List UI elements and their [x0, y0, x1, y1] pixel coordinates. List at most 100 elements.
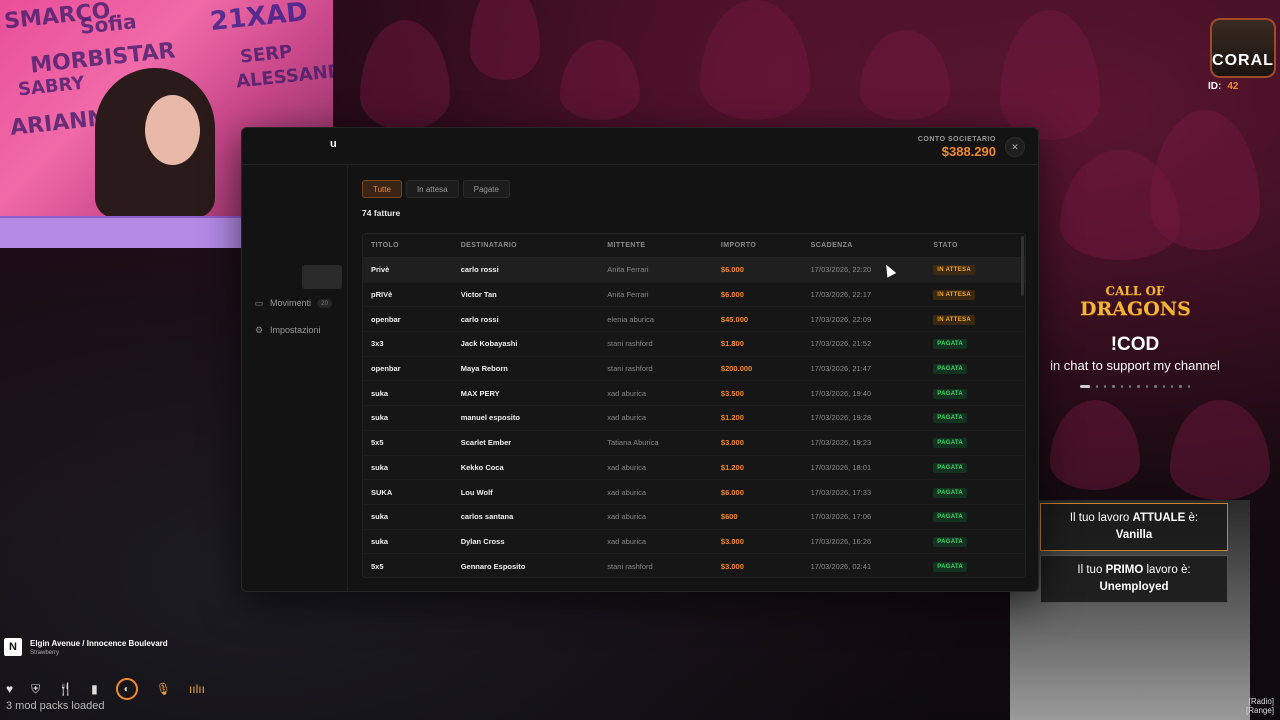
table-row[interactable]: 5x5 Scarlet Ember Tatiana Aburica $3.000 17/… [363, 431, 1025, 456]
table-row[interactable]: suka Kekko Coca xad aburica $1.200 17/03/202… [363, 456, 1025, 481]
filter-tab-all[interactable]: Tutte [362, 180, 402, 198]
invoice-recipient: carlo rossi [460, 314, 499, 324]
table-row[interactable]: openbar Maya Reborn stani rashford $200.000… [363, 357, 1025, 382]
invoice-status-cell: PAGATA [933, 412, 1025, 424]
invoice-recipient: carlo rossi [460, 265, 499, 275]
column-header-title: TITOLO [371, 242, 399, 249]
invoice-recipient: Lou Wolf [460, 487, 493, 497]
sidebar-item-impostazioni[interactable]: ⚙ Impostazioni [254, 324, 321, 336]
close-button[interactable]: ✕ [1005, 137, 1025, 157]
table-row[interactable]: suka manuel esposito xad aburica $1.200 17/0… [363, 406, 1025, 431]
column-header-sender: MITTENTE [607, 242, 646, 249]
sidebar-item-label: Movimenti [270, 298, 312, 308]
server-logo: CORAL [1210, 18, 1276, 78]
table-row[interactable]: suka Dylan Cross xad aburica $3.000 17/03/20… [363, 530, 1025, 555]
invoice-recipient: Dylan Cross [460, 536, 505, 546]
settings-icon: ⚙ [254, 324, 264, 335]
invoice-sender: xad aburica [607, 413, 647, 423]
status-badge: PAGATA [933, 561, 968, 572]
invoice-amount: $3.500 [720, 388, 744, 398]
table-body: Privè carlo rossi Anita Ferrari $6.000 17/03… [363, 258, 1025, 577]
invoice-due-date: 17/03/2026, 22:20 [810, 265, 872, 275]
invoice-due-date: 17/03/2026, 19:40 [810, 388, 872, 398]
invoice-status-cell: IN ATTESA [933, 264, 1025, 276]
first-job-value: Unemployed [1099, 581, 1169, 593]
invoice-recipient: MAX PERY [460, 388, 500, 398]
sidebar-item-count: 20 [317, 298, 333, 308]
invoice-due-date: 17/03/2026, 16:26 [810, 536, 872, 546]
table-row[interactable]: suka MAX PERY xad aburica $3.500 17/03/2026,… [363, 381, 1025, 407]
status-badge: PAGATA [933, 487, 968, 498]
invoice-status-cell: PAGATA [933, 338, 1025, 350]
invoice-due-date: 17/03/2026, 22:17 [810, 290, 872, 300]
streamer-face [145, 95, 200, 165]
invoice-amount: $1.200 [720, 462, 744, 472]
table-row[interactable]: 3x3 Jack Kobayashi stani rashford $1.800 17/… [363, 332, 1025, 357]
status-badge: PAGATA [933, 438, 968, 449]
invoice-status-cell: IN ATTESA [933, 289, 1025, 301]
armor-icon: ⛨ [31, 681, 41, 696]
column-header-amount: IMPORTO [720, 242, 757, 249]
server-name: CORAL [1212, 52, 1274, 69]
status-badge: IN ATTESA [933, 290, 975, 301]
status-badge: PAGATA [933, 364, 968, 375]
compass-icon: N [4, 638, 22, 656]
status-badge: IN ATTESA [933, 265, 975, 276]
balance-value: $388.290 [941, 144, 996, 159]
table-row[interactable]: SUKA Lou Wolf xad aburica $6.000 17/03/2026,… [363, 480, 1025, 505]
filter-tab-pending[interactable]: In attesa [405, 180, 459, 198]
player-id: ID: 42 [1208, 81, 1238, 92]
status-badge: PAGATA [933, 462, 968, 473]
invoice-title: 5x5 [371, 561, 384, 571]
invoice-recipient: Gennaro Esposito [460, 561, 526, 571]
table-row[interactable]: openbar carlo rossi elenia aburica $45.000 1… [363, 307, 1025, 333]
invoice-title: openbar [371, 364, 401, 374]
invoice-sender: xad aburica [607, 462, 647, 472]
invoice-title: openbar [371, 314, 401, 324]
invoice-recipient: Maya Reborn [460, 364, 508, 374]
invoice-title: suka [371, 512, 389, 522]
invoice-status-cell: PAGATA [933, 511, 1025, 523]
invoice-due-date: 17/03/2026, 18:01 [810, 462, 872, 472]
table-row[interactable]: suka carlos santana xad aburica $600 17/03/2… [363, 505, 1025, 530]
invoice-recipient: Kekko Coca [460, 462, 504, 472]
invoice-status-cell: IN ATTESA [933, 314, 1025, 325]
invoice-amount: $3.000 [720, 438, 744, 448]
invoice-title: suka [371, 388, 389, 398]
invoice-due-date: 17/03/2026, 17:06 [810, 512, 872, 522]
invoice-title: suka [371, 413, 389, 423]
table-row[interactable]: Privè carlo rossi Anita Ferrari $6.000 17/03… [363, 258, 1025, 283]
invoice-title: 5x5 [371, 438, 384, 448]
invoice-status-cell: PAGATA [933, 363, 1025, 375]
invoice-title: Privè [371, 265, 390, 275]
table-scrollbar[interactable] [1021, 236, 1024, 296]
sidebar-item-label: Impostazioni [270, 325, 321, 335]
invoice-status-cell: PAGATA [933, 536, 1025, 547]
table-row[interactable]: pRIVè Victor Tan Anita Ferrari $6.000 17/03/… [363, 283, 1025, 308]
invoice-sender: xad aburica [607, 388, 647, 398]
modal-header: u CONTO SOCIETARIO $388.290 ✕ [242, 128, 1038, 165]
wall-scribble: SERP [239, 41, 294, 68]
invoice-amount: $45.000 [720, 314, 749, 324]
invoice-sender: xad aburica [607, 487, 647, 497]
invoice-amount: $3.000 [720, 561, 744, 571]
column-header-status: STATO [933, 242, 958, 249]
status-badge: PAGATA [933, 536, 968, 547]
invoice-title: 3x3 [371, 339, 384, 349]
invoice-sender: Tatiana Aburica [607, 438, 659, 448]
area-name: Strawberry [30, 649, 60, 656]
filter-tab-paid[interactable]: Pagate [462, 180, 510, 198]
invoice-due-date: 17/03/2026, 17:33 [810, 487, 872, 497]
table-row[interactable]: 5x5 Gennaro Esposito stani rashford $3.000 1… [363, 554, 1025, 577]
invoice-amount: $6.000 [720, 265, 744, 275]
invoice-amount: $6.000 [720, 290, 744, 300]
column-header-recipient: DESTINATARIO [460, 242, 517, 249]
call-of-dragons-logo: CALL OF DRAGONS [1080, 282, 1191, 319]
sidebar-item-movimenti[interactable]: ▭ Movimenti 20 [254, 298, 333, 308]
sidebar-active-item[interactable] [302, 265, 342, 289]
invoice-sender: xad aburica [607, 512, 647, 522]
invoice-status-cell: PAGATA [933, 388, 1025, 399]
invoice-title: suka [371, 536, 389, 546]
invoice-sender: stani rashford [607, 364, 653, 374]
invoice-due-date: 17/03/2026, 21:52 [810, 339, 872, 349]
